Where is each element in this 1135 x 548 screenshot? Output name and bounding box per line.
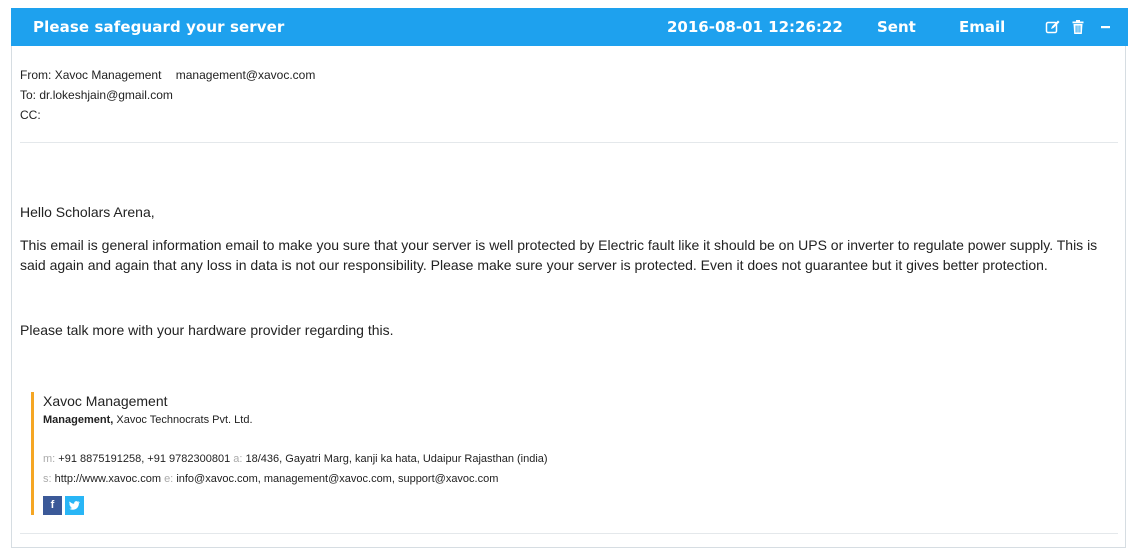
signature-company: Xavoc Technocrats Pvt. Ltd.	[116, 414, 253, 426]
from-line: From: Xavoc Management management@xavoc.…	[20, 65, 315, 85]
signature-emails[interactable]: info@xavoc.com, management@xavoc.com, su…	[176, 473, 498, 485]
email-label: e:	[164, 473, 174, 485]
signature-web-line: s: http://www.xavoc.com e: info@xavoc.co…	[43, 473, 498, 485]
email-status: Sent	[877, 18, 916, 36]
from-email[interactable]: management@xavoc.com	[176, 68, 316, 82]
email-signature: Xavoc Management Management, Xavoc Techn…	[31, 392, 731, 515]
edit-icon[interactable]	[1045, 19, 1061, 35]
signature-site[interactable]: http://www.xavoc.com	[55, 473, 161, 485]
signature-divider	[20, 533, 1118, 534]
site-label: s:	[43, 473, 52, 485]
email-header[interactable]: Please safeguard your server 2016-08-01 …	[11, 8, 1128, 46]
email-greeting: Hello Scholars Arena,	[20, 204, 155, 220]
to-line: To: dr.lokeshjain@gmail.com	[20, 85, 315, 105]
email-paragraph-1: This email is general information email …	[20, 237, 1098, 273]
from-name: Xavoc Management	[54, 68, 162, 82]
email-datetime: 2016-08-01 12:26:22	[667, 18, 843, 36]
email-paragraph-2: Please talk more with your hardware prov…	[20, 322, 394, 338]
cc-line: CC:	[20, 105, 315, 125]
signature-role: Management,	[43, 414, 114, 426]
trash-icon[interactable]	[1070, 19, 1086, 35]
from-label: From:	[20, 68, 52, 82]
to-value[interactable]: dr.lokeshjain@gmail.com	[39, 88, 173, 102]
twitter-icon[interactable]	[65, 496, 84, 515]
signature-contact-line: m: +91 8875191258, +91 9782300801 a: 18/…	[43, 453, 548, 465]
cc-label: CC:	[20, 108, 41, 122]
email-meta: From: Xavoc Management management@xavoc.…	[20, 65, 315, 125]
mobile-label: m:	[43, 453, 56, 465]
signature-name: Xavoc Management	[43, 393, 168, 409]
to-label: To:	[20, 88, 37, 102]
signature-address: 18/436, Gayatri Marg, kanji ka hata, Uda…	[245, 453, 548, 465]
meta-divider	[20, 142, 1118, 143]
email-subject[interactable]: Please safeguard your server	[33, 18, 284, 36]
social-links: f	[43, 496, 84, 515]
signature-role-line: Management, Xavoc Technocrats Pvt. Ltd.	[43, 414, 731, 426]
address-label: a:	[233, 453, 243, 465]
signature-mobile: +91 8875191258, +91 9782300801	[58, 453, 231, 465]
email-type: Email	[959, 18, 1006, 36]
email-panel: Please safeguard your server 2016-08-01 …	[11, 8, 1128, 548]
minimize-icon[interactable]	[1098, 19, 1114, 35]
facebook-icon[interactable]: f	[43, 496, 62, 515]
